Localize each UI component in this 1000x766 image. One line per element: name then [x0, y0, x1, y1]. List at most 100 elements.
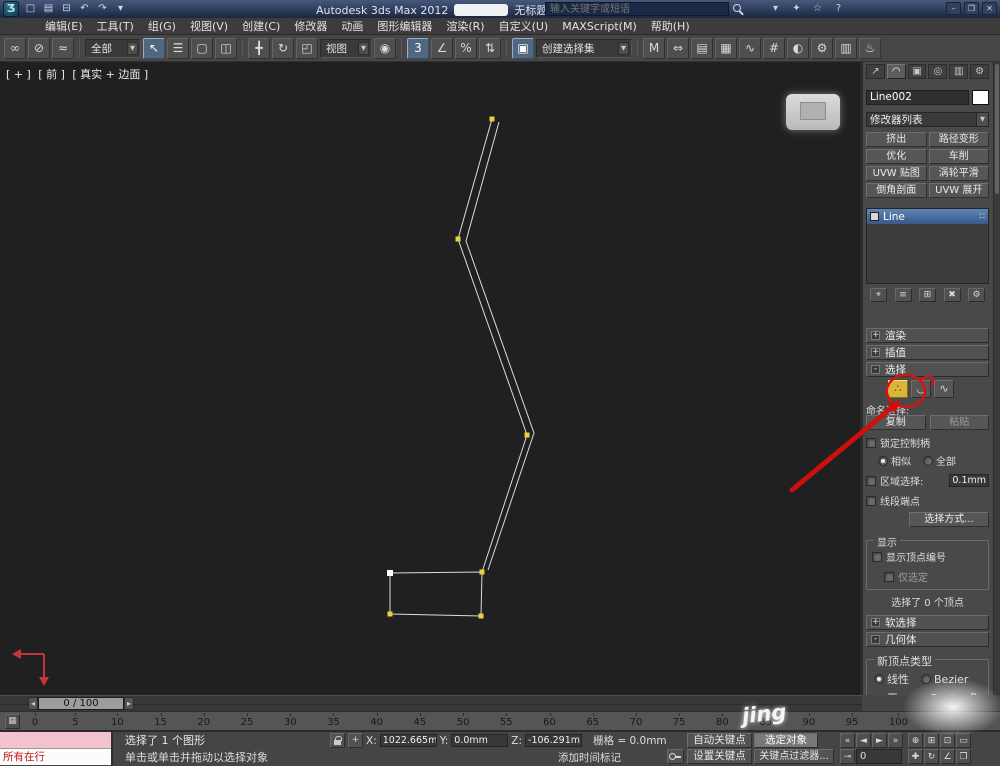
play-animation-button[interactable]: ► — [872, 733, 887, 748]
radio-icon[interactable] — [878, 455, 888, 466]
select-object-button[interactable]: ↖ — [143, 37, 165, 59]
menu-item-modifiers[interactable]: 修改器 — [287, 18, 334, 34]
pin-stack-button[interactable]: ⌖ — [870, 288, 887, 302]
search-icon[interactable] — [731, 2, 745, 16]
curve-editor-button[interactable]: ∿ — [739, 37, 761, 59]
undo-button[interactable]: ↶ — [76, 2, 93, 16]
checkbox-icon[interactable] — [866, 437, 876, 448]
select-by-button[interactable]: 选择方式... — [909, 512, 989, 527]
minimize-button[interactable]: – — [946, 2, 961, 15]
track-bar[interactable]: ▦ 0 5 10 15 20 25 30 35 40 45 50 55 60 65 70 75 80 85 90 95… — [0, 711, 1000, 731]
spline-vertex[interactable] — [478, 613, 484, 619]
menu-item-edit[interactable]: 编辑(E) — [38, 18, 90, 34]
save-file-button[interactable]: ⊟ — [58, 2, 75, 16]
mirror-button[interactable]: M — [643, 37, 665, 59]
material-editor-button[interactable]: ◐ — [787, 37, 809, 59]
schematic-view-button[interactable]: # — [763, 37, 785, 59]
render-setup-button[interactable]: ⚙ — [811, 37, 833, 59]
spline-vertex[interactable] — [387, 570, 393, 576]
checkbox-icon[interactable] — [866, 475, 876, 486]
menu-item-group[interactable]: 组(G) — [141, 18, 183, 34]
modifier-unwrap-uvw-button[interactable]: UVW 展开 — [928, 183, 989, 198]
make-unique-button[interactable]: ⊞ — [919, 288, 936, 302]
panel-scrollbar[interactable] — [993, 62, 1000, 695]
window-crossing-toggle[interactable]: ◫ — [215, 37, 237, 59]
communication-center-icon[interactable]: ✦ — [789, 2, 804, 16]
key-filter-selected-dropdown[interactable]: 选定对象 — [754, 733, 818, 748]
favorites-icon[interactable]: ☆ — [810, 2, 825, 16]
help-icon[interactable]: ? — [831, 2, 846, 16]
time-slider-left-arrow[interactable]: ◂ — [28, 697, 38, 710]
maximize-button[interactable]: ❐ — [964, 2, 979, 15]
reference-coordinate-dropdown[interactable]: 视图 ▼ — [320, 38, 372, 58]
spinner-snap-toggle[interactable]: ⇅ — [479, 37, 501, 59]
select-and-scale-button[interactable]: ◰ — [296, 37, 318, 59]
viewport-front[interactable]: [ + ] [ 前 ] [ 真实 + 边面 ] — [0, 62, 862, 695]
spline-vertex[interactable] — [455, 236, 461, 242]
select-by-name-button[interactable]: ☰ — [167, 37, 189, 59]
close-button[interactable]: ✕ — [982, 2, 997, 15]
viewcube[interactable] — [786, 94, 840, 130]
modifier-lathe-button[interactable]: 车削 — [928, 149, 989, 164]
quick-access-dropdown[interactable]: ▾ — [112, 2, 129, 16]
spline-outline[interactable] — [465, 121, 535, 571]
listener-pane[interactable]: 所有在行 — [0, 749, 111, 765]
select-and-link-button[interactable]: ∞ — [4, 37, 26, 59]
show-end-result-toggle[interactable]: ≡ — [894, 288, 912, 302]
rollout-render[interactable]: + 渲染 — [866, 328, 989, 343]
layer-manager-button[interactable]: ▤ — [691, 37, 713, 59]
open-mini-curve-editor-button[interactable]: ▦ — [5, 714, 20, 729]
search-history-dropdown[interactable]: ▾ — [768, 2, 783, 16]
segment-subobject-button[interactable]: ◡ — [911, 380, 931, 398]
lock-handles-checkbox[interactable]: 锁定控制柄 — [866, 435, 989, 450]
app-logo-icon[interactable]: Ʒ — [3, 1, 19, 17]
paste-named-selection-button[interactable]: 粘贴 — [929, 415, 989, 430]
motion-tab[interactable]: ◎ — [928, 64, 948, 79]
spline-vertex[interactable] — [489, 116, 495, 122]
remove-modifier-button[interactable]: ✖ — [943, 288, 961, 302]
new-file-button[interactable]: □ — [22, 2, 39, 16]
select-and-rotate-button[interactable]: ↻ — [272, 37, 294, 59]
time-slider-right-arrow[interactable]: ▸ — [124, 697, 134, 710]
rollout-geometry[interactable]: - 几何体 — [866, 632, 989, 647]
all-radio[interactable]: 全部 — [923, 453, 956, 468]
menu-item-views[interactable]: 视图(V) — [183, 18, 235, 34]
maximize-viewport-toggle[interactable]: ❐ — [956, 749, 971, 764]
configure-modifier-sets-button[interactable]: ⚙ — [968, 288, 985, 302]
modifier-bevel-profile-button[interactable]: 倒角剖面 — [866, 183, 927, 198]
viewport-canvas[interactable] — [0, 62, 862, 695]
maxscript-mini-listener[interactable]: 所有在行 — [0, 732, 113, 766]
render-production-button[interactable]: ♨ — [859, 37, 881, 59]
create-tab[interactable]: ↗ — [866, 64, 885, 79]
checkbox-icon[interactable] — [866, 495, 876, 506]
selection-lock-toggle[interactable] — [330, 733, 345, 748]
macro-recorder-pane[interactable] — [0, 732, 111, 749]
rectangular-selection-region-button[interactable]: ▢ — [191, 37, 213, 59]
rollout-interpolation[interactable]: + 插值 — [866, 345, 989, 360]
field-of-view-button[interactable]: ∠ — [940, 749, 955, 764]
menu-item-create[interactable]: 创建(C) — [235, 18, 287, 34]
go-to-end-button[interactable]: » — [888, 733, 903, 748]
previous-frame-button[interactable]: ◄ — [856, 733, 871, 748]
checkbox-icon[interactable] — [872, 551, 882, 562]
search-input[interactable] — [545, 2, 729, 16]
menu-item-customize[interactable]: 自定义(U) — [492, 18, 556, 34]
modifier-extrude-button[interactable]: 挤出 — [866, 132, 927, 147]
modifier-stack[interactable]: Line ∷ — [866, 208, 989, 284]
snaps-toggle-button[interactable]: 3 — [407, 37, 429, 59]
key-mode-toggle[interactable]: ⊸ — [840, 749, 855, 764]
graphite-ribbon-toggle[interactable]: ▦ — [715, 37, 737, 59]
current-frame-field[interactable]: 0 — [856, 749, 902, 764]
display-tab[interactable]: ▥ — [949, 64, 969, 79]
modifier-turbosmooth-button[interactable]: 涡轮平滑 — [928, 166, 989, 181]
smooth-vertex-radio[interactable]: 平滑 — [874, 690, 905, 695]
time-slider-track[interactable]: ◂ 0 / 100 ▸ — [0, 695, 862, 711]
align-button[interactable]: ⇔ — [667, 37, 689, 59]
area-selection-checkbox[interactable]: 区域选择: 0.1mm — [866, 473, 989, 488]
absolute-offset-mode-toggle[interactable]: + — [348, 733, 363, 748]
modify-tab[interactable]: ◠ — [886, 64, 906, 79]
copy-named-selection-button[interactable]: 复制 — [866, 415, 926, 430]
viewport-pov-menu[interactable]: [ 前 ] — [38, 68, 65, 81]
menu-item-tools[interactable]: 工具(T) — [90, 18, 141, 34]
menu-item-maxscript[interactable]: MAXScript(M) — [555, 20, 644, 33]
